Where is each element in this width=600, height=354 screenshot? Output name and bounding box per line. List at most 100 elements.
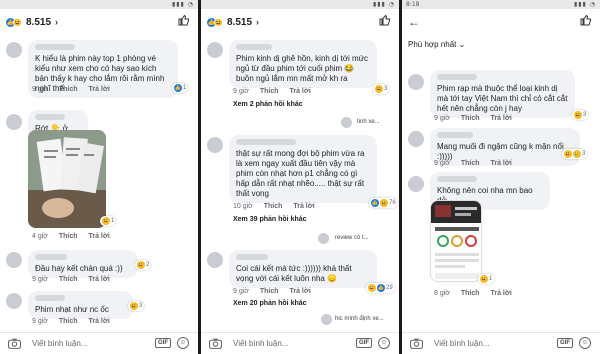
author-name[interactable] — [437, 74, 477, 80]
camera-icon[interactable] — [8, 338, 21, 349]
reply-action[interactable]: Trả lời — [88, 318, 109, 325]
comment-input[interactable]: Viết bình luận... — [28, 337, 143, 351]
avatar[interactable] — [408, 176, 424, 192]
emoji-icon[interactable]: ☺ — [579, 337, 591, 349]
comment-bubble[interactable]: Coi cái kết mà tức :)))))) khá thất vọng… — [229, 250, 377, 288]
reply-action[interactable]: Trả lời — [490, 115, 511, 122]
reply-action[interactable]: Trả lời — [88, 86, 109, 93]
reply-preview[interactable]: review có t... — [335, 235, 369, 241]
reaction-summary[interactable]: 😆 😢 3 — [562, 149, 588, 159]
like-action[interactable]: Thích — [461, 115, 480, 122]
reaction-summary[interactable]: 😆 👍 29 — [366, 283, 395, 293]
reaction-summary[interactable]: 😆 3 — [373, 84, 390, 94]
thumbs-up-icon[interactable] — [379, 14, 391, 26]
like-action[interactable]: Thích — [461, 160, 480, 167]
view-more-replies[interactable]: Xem 20 phản hồi khác — [233, 300, 307, 307]
like-reaction-icon: 👍 — [371, 199, 379, 207]
emoji-icon[interactable]: ☺ — [378, 337, 390, 349]
reaction-summary[interactable]: 😆 1 — [478, 274, 495, 284]
author-name[interactable] — [35, 295, 65, 301]
author-name[interactable] — [236, 44, 272, 50]
author-name[interactable] — [437, 176, 477, 182]
avatar[interactable] — [207, 42, 223, 58]
reactions-header[interactable]: 👍 😆 8.515 › — [201, 9, 399, 35]
like-action[interactable]: Thích — [59, 318, 78, 325]
reactions-header[interactable]: ← — [402, 9, 600, 35]
chevron-right-icon: › — [55, 17, 59, 27]
status-time: 8:18 — [406, 1, 420, 8]
author-name[interactable] — [35, 44, 75, 50]
gif-icon[interactable]: GIF — [155, 338, 171, 348]
sort-dropdown[interactable]: Phù hợp nhất ⌄ — [408, 40, 465, 49]
comment-photo[interactable] — [28, 130, 106, 228]
emoji-icon[interactable]: ☺ — [177, 337, 189, 349]
like-action[interactable]: Thích — [59, 233, 78, 240]
comment-bubble[interactable]: Phim kinh dị ghê hồn, kinh dị tới mức ng… — [229, 40, 377, 88]
gif-icon[interactable]: GIF — [356, 338, 372, 348]
comment-time: 9 giờ — [32, 276, 48, 283]
author-name[interactable] — [236, 139, 296, 145]
reactions-header[interactable]: 👍 😆 8.515 › — [0, 9, 198, 35]
comment-bubble[interactable]: Phim nhạt như nc ốc — [28, 291, 133, 319]
reply-action[interactable]: Trả lời — [289, 88, 310, 95]
view-more-replies[interactable]: Xem 2 phản hồi khác — [233, 101, 303, 108]
comment-input[interactable]: Viết bình luận... — [430, 337, 545, 351]
avatar[interactable] — [6, 42, 22, 58]
author-name[interactable] — [35, 114, 65, 120]
camera-icon[interactable] — [410, 338, 423, 349]
comment-bubble[interactable]: Phim rạp mà thuộc thể loại kinh dị mà tớ… — [430, 70, 575, 118]
reply-action[interactable]: Trả lời — [293, 203, 314, 210]
reply-action[interactable]: Trả lời — [490, 290, 511, 297]
reply-action[interactable]: Trả lời — [88, 276, 109, 283]
avatar[interactable] — [408, 131, 424, 147]
reaction-summary[interactable]: 👍 😆 76 — [369, 198, 398, 208]
comment-bubble[interactable]: Đầu hay kết chán quá :)) — [28, 250, 138, 278]
like-action[interactable]: Thích — [260, 88, 279, 95]
comment-composer: Viết bình luận... GIF ☺ — [0, 332, 198, 354]
author-name[interactable] — [35, 254, 67, 260]
reaction-summary[interactable]: 👍 1 — [172, 83, 189, 93]
reply-avatar[interactable] — [321, 314, 332, 325]
comment-screenshot[interactable] — [430, 200, 482, 282]
camera-icon[interactable] — [209, 338, 222, 349]
reaction-summary[interactable]: 😆 1 — [100, 216, 117, 226]
author-name[interactable] — [236, 254, 268, 260]
reply-preview[interactable]: tinh xe... — [357, 119, 380, 125]
reply-action[interactable]: Trả lời — [490, 160, 511, 167]
view-more-replies[interactable]: Xem 39 phản hồi khác — [233, 216, 307, 223]
gif-icon[interactable]: GIF — [557, 338, 573, 348]
author-name[interactable] — [437, 132, 473, 138]
reply-action[interactable]: Trả lời — [88, 233, 109, 240]
avatar[interactable] — [207, 252, 223, 268]
reaction-summary[interactable]: 😆 3 — [572, 110, 589, 120]
like-action[interactable]: Thích — [264, 203, 283, 210]
comment-bubble[interactable]: thật sự rất mong đợi bộ phim vừa ra là x… — [229, 135, 377, 203]
reply-preview[interactable]: hic mình định xe... — [335, 316, 384, 322]
reply-action[interactable]: Trả lời — [289, 288, 310, 295]
thumbs-up-icon[interactable] — [178, 14, 190, 26]
like-action[interactable]: Thích — [461, 290, 480, 297]
haha-reaction-icon: 😆 — [480, 275, 488, 283]
avatar[interactable] — [6, 114, 22, 130]
reaction-summary[interactable]: 😆 3 — [128, 301, 145, 311]
reply-avatar[interactable] — [341, 117, 352, 128]
haha-reaction-icon: 😆 — [130, 302, 138, 310]
avatar[interactable] — [6, 293, 22, 309]
reply-avatar[interactable] — [318, 233, 329, 244]
chevron-down-icon: ⌄ — [458, 40, 466, 49]
avatar[interactable] — [408, 74, 424, 90]
like-action[interactable]: Thích — [260, 288, 279, 295]
reaction-total: 1 — [111, 218, 115, 224]
like-action[interactable]: Thích — [59, 276, 78, 283]
back-arrow-icon[interactable]: ← — [408, 15, 420, 29]
reaction-summary[interactable]: 😆 2 — [135, 260, 152, 270]
reaction-total: 1 — [183, 85, 187, 91]
thumbs-up-icon[interactable] — [580, 14, 592, 26]
avatar[interactable] — [207, 137, 223, 153]
haha-reaction-icon: 😆 — [574, 111, 582, 119]
comment-meta: 10 giờ Thích Trả lời — [233, 203, 324, 210]
comment-text: thật sự rất mong đợi bộ phim vừa ra là x… — [236, 149, 365, 198]
avatar[interactable] — [6, 252, 22, 268]
like-action[interactable]: Thích — [59, 86, 78, 93]
comment-input[interactable]: Viết bình luận... — [229, 337, 344, 351]
